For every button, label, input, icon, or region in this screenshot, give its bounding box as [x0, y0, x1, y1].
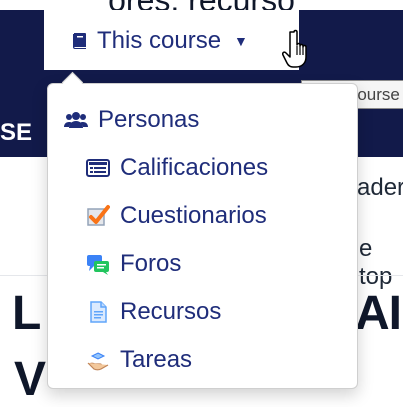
background-big-right: AI: [355, 287, 402, 340]
course-dropdown-menu: Personas Calificaciones Cuestionarios Fo…: [47, 83, 358, 389]
dropdown-item-tareas[interactable]: Tareas: [86, 348, 192, 372]
dropdown-item-foros[interactable]: Foros: [86, 252, 181, 276]
background-big-bottom: V: [14, 353, 47, 406]
dropdown-item-calificaciones[interactable]: Calificaciones: [86, 156, 268, 180]
course-tab-label-wrap[interactable]: This course ▼: [71, 27, 248, 55]
assignment-hand-icon: [86, 348, 110, 372]
users-icon: [64, 108, 88, 132]
dropdown-item-cuestionarios[interactable]: Cuestionarios: [86, 204, 267, 228]
dropdown-item-label[interactable]: Personas: [98, 108, 199, 132]
resource-file-icon: [86, 300, 110, 324]
gradebook-icon: [86, 156, 110, 180]
site-short-label: SE: [0, 119, 33, 146]
chevron-down-icon: ▼: [234, 33, 248, 49]
course-tab-label[interactable]: This course: [97, 27, 221, 55]
dropdown-item-label[interactable]: Tareas: [120, 348, 192, 372]
dropdown-item-label[interactable]: Calificaciones: [120, 156, 268, 180]
background-big-left: L: [12, 287, 42, 340]
background-right-fragment-2: e top: [359, 235, 393, 290]
background-right-fragment-1: ader: [357, 174, 403, 201]
dropdown-item-label[interactable]: Cuestionarios: [120, 204, 267, 228]
dropdown-item-label[interactable]: Foros: [120, 252, 181, 276]
dropdown-item-personas[interactable]: Personas: [64, 108, 199, 132]
dropdown-item-label[interactable]: Recursos: [120, 300, 221, 324]
book-icon: [71, 32, 89, 50]
forum-icon: [86, 252, 110, 276]
dropdown-item-recursos[interactable]: Recursos: [86, 300, 221, 324]
quiz-check-icon: [86, 204, 110, 228]
hand-cursor-icon: [282, 26, 322, 72]
course-tab[interactable]: This course ▼: [44, 10, 299, 70]
